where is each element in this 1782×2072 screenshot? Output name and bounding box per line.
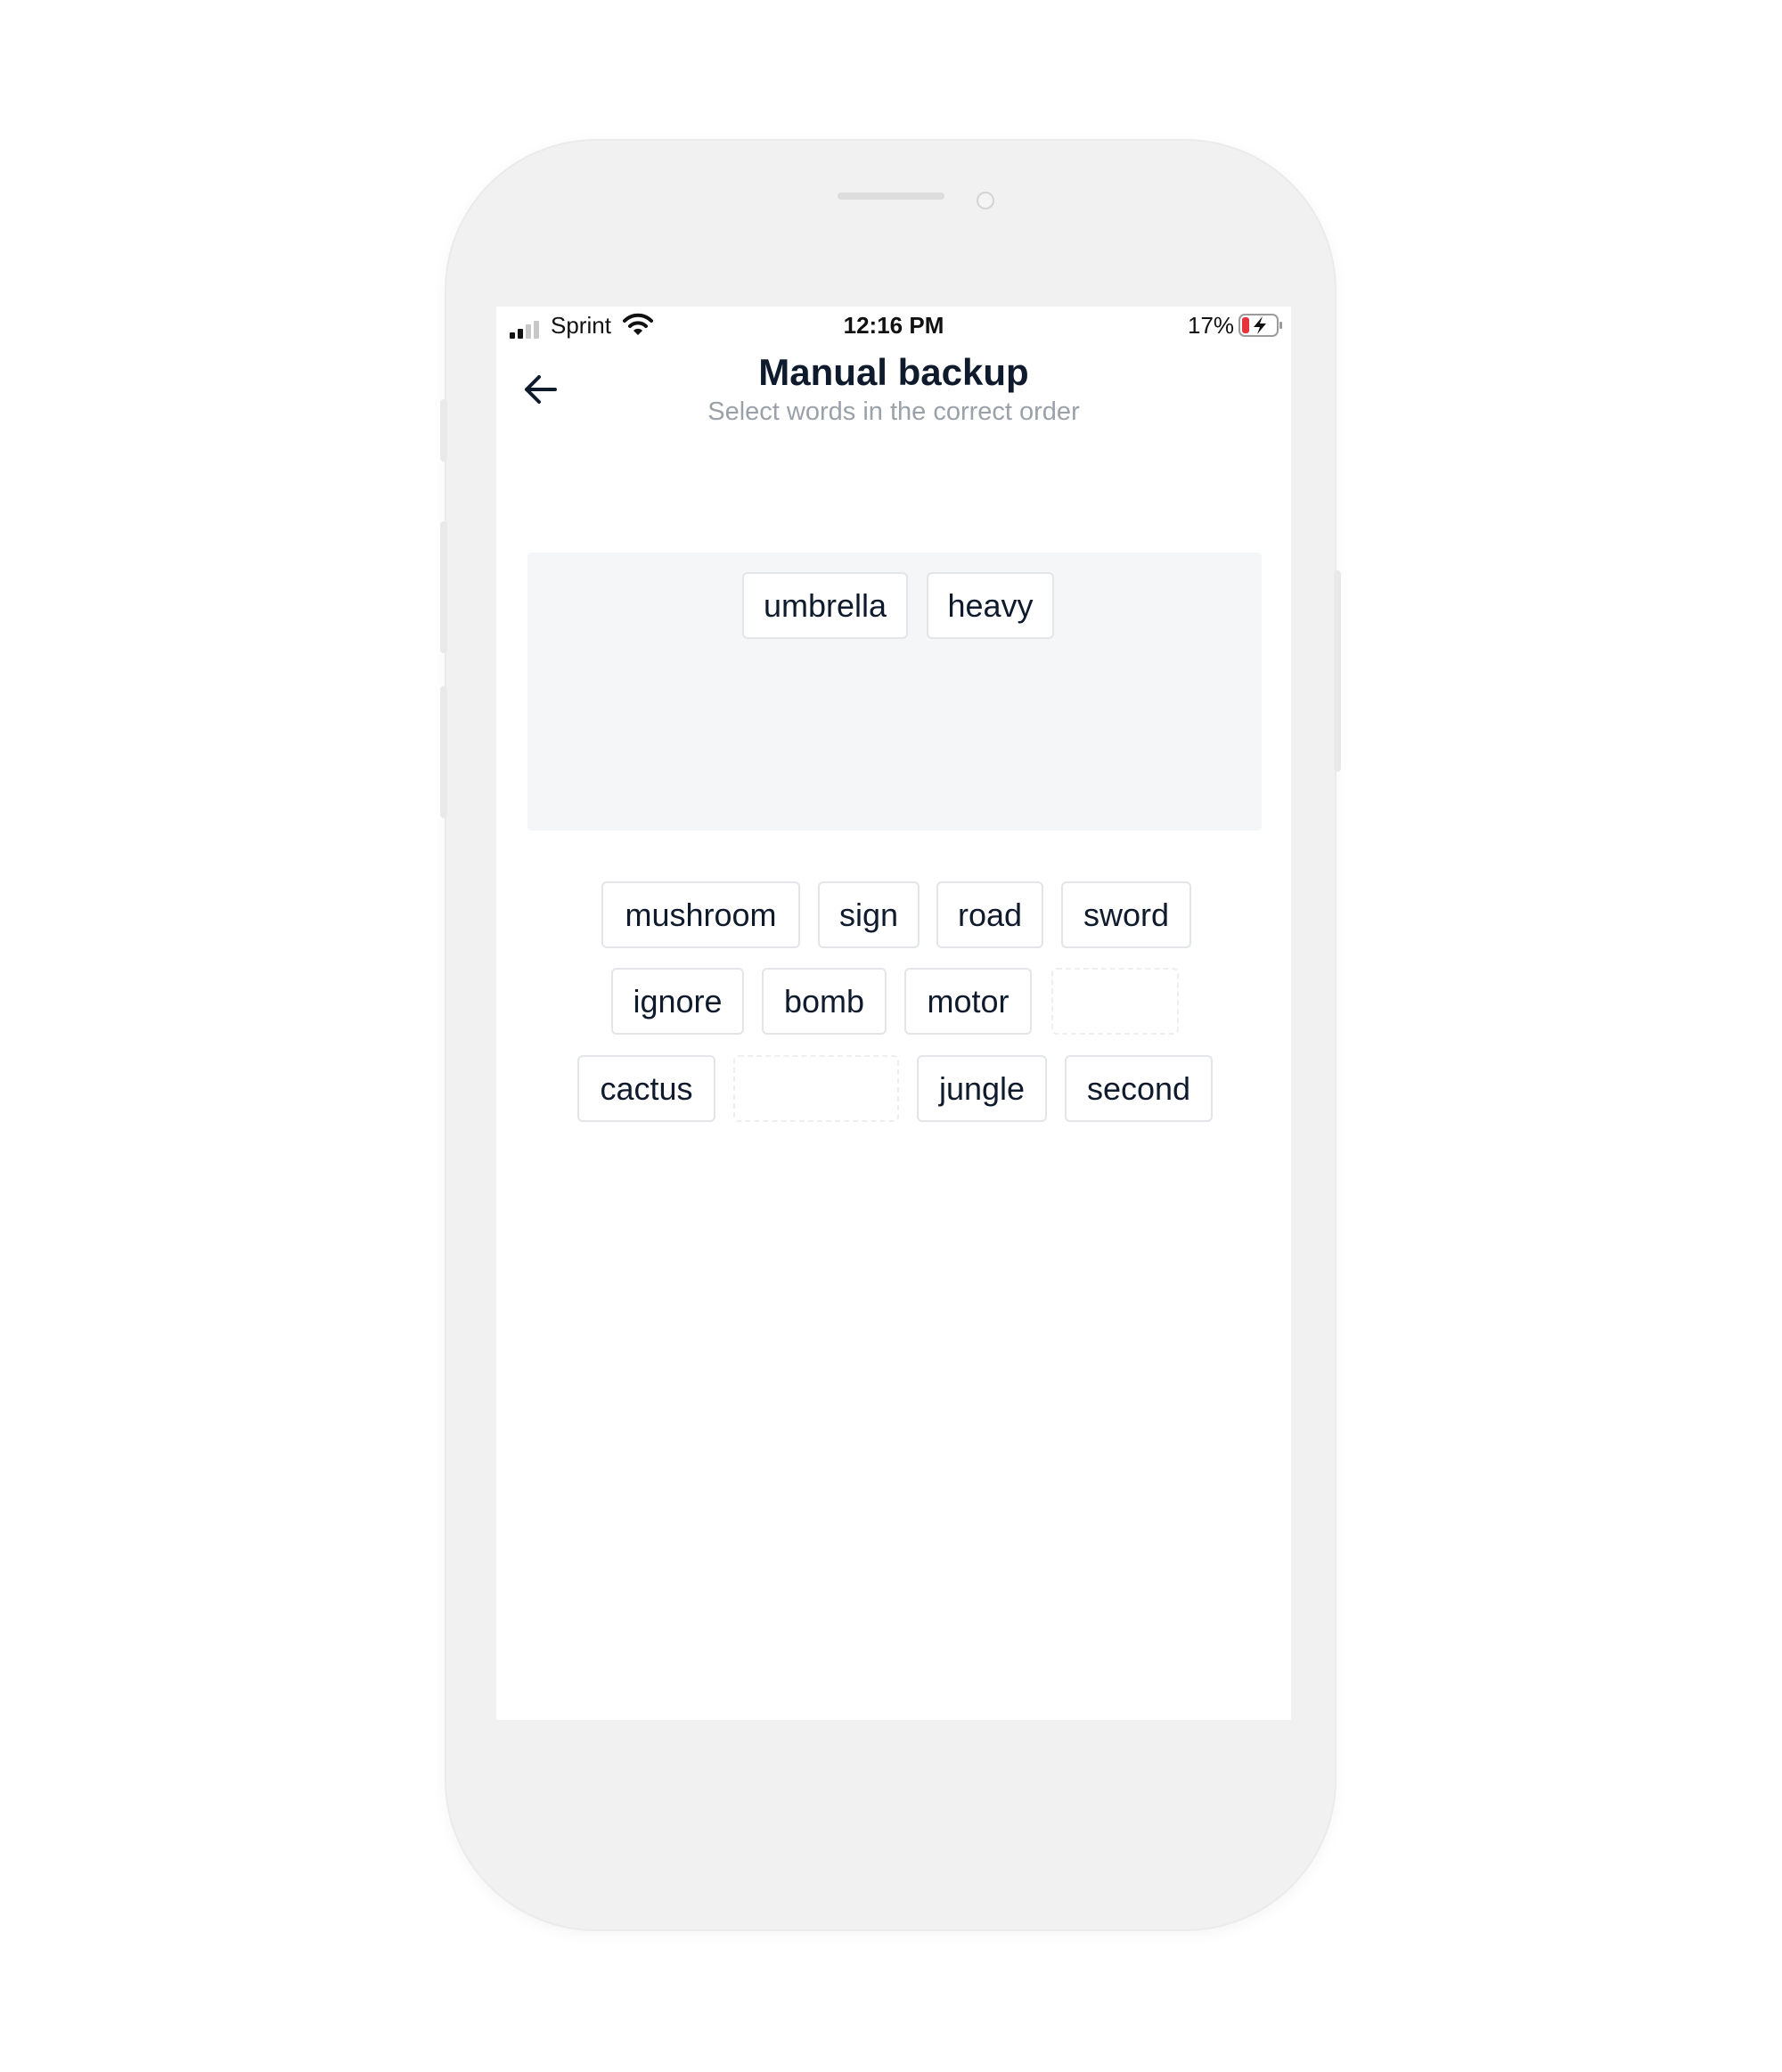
status-bar: Sprint 12:16 PM 17% [496,307,1291,344]
selected-word-chip[interactable]: umbrella [742,572,908,639]
power-button [1334,570,1341,772]
word-chip[interactable]: sign [818,881,920,948]
word-chip[interactable]: cactus [577,1055,715,1122]
word-chip[interactable]: second [1065,1055,1213,1122]
battery-charging-icon [1238,314,1282,337]
battery-percentage: 17% [1188,312,1235,339]
word-chip[interactable]: jungle [917,1055,1047,1122]
empty-word-slot [1051,968,1179,1035]
empty-word-slot [733,1055,899,1122]
word-chip[interactable]: ignore [611,968,744,1035]
page-title: Manual backup [758,351,1029,393]
earpiece-speaker [838,192,944,200]
word-chip[interactable]: road [936,881,1043,948]
word-chip[interactable]: bomb [762,968,887,1035]
front-camera [977,192,994,209]
word-chip[interactable]: sword [1061,881,1191,948]
status-time: 12:16 PM [843,312,944,339]
volume-down-button [440,686,447,818]
selected-words-area: umbrella heavy [527,553,1262,831]
word-chip[interactable]: mushroom [601,881,800,948]
page-subtitle: Select words in the correct order [707,397,1080,426]
mute-switch [440,399,447,462]
app-screen: Sprint 12:16 PM 17% Manual backup Select… [496,307,1291,1720]
volume-up-button [440,521,447,653]
header: Manual backup Select words in the correc… [496,344,1291,433]
word-chip[interactable]: motor [904,968,1032,1035]
selected-word-chip[interactable]: heavy [927,572,1054,639]
